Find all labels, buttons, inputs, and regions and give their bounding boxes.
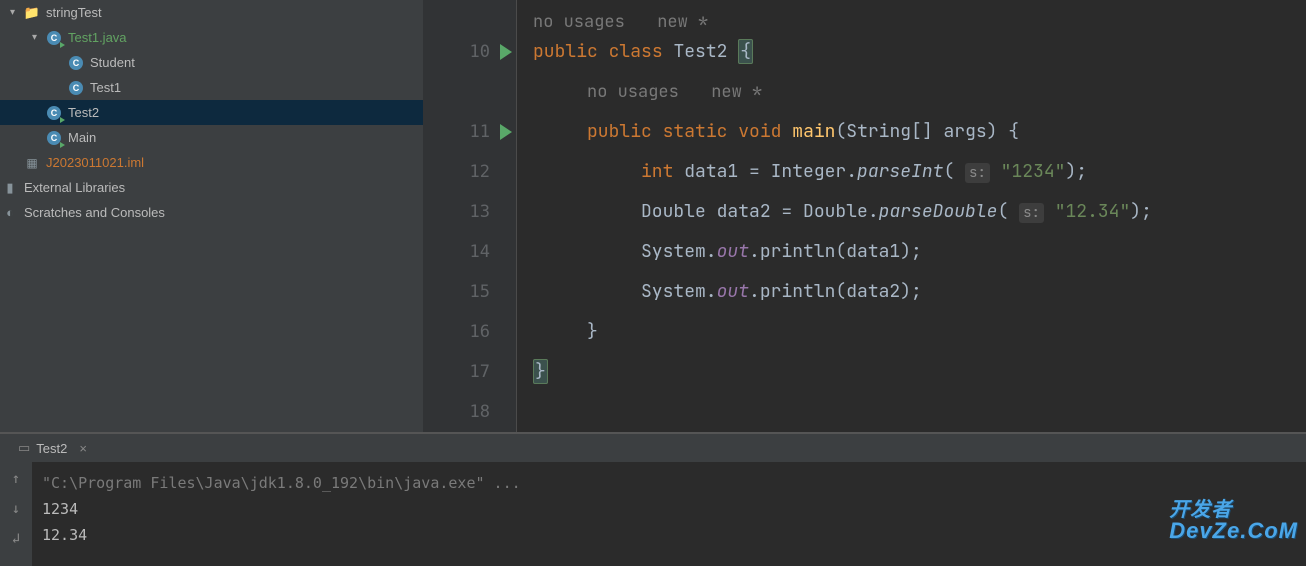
tree-scratches[interactable]: ◐ Scratches and Consoles: [0, 200, 423, 225]
code-line[interactable]: int data1 = Integer.parseInt( s: "1234")…: [533, 152, 1306, 192]
run-tab-test2[interactable]: ▭ Test2 ×: [18, 440, 87, 456]
gutter-line[interactable]: 14: [423, 232, 516, 272]
tree-external-libraries[interactable]: ▮ External Libraries: [0, 175, 423, 200]
run-gutter-icon[interactable]: [500, 44, 512, 60]
tree-class-test2[interactable]: C Test2: [0, 100, 423, 125]
iml-file-icon: ▦: [24, 155, 40, 171]
gutter-line[interactable]: 13: [423, 192, 516, 232]
console-output[interactable]: "C:\Program Files\Java\jdk1.8.0_192\bin\…: [32, 462, 1306, 566]
java-class-icon: C: [68, 80, 84, 96]
code-line[interactable]: }: [533, 312, 1306, 352]
tree-label: Test2: [68, 105, 99, 120]
chevron-down-icon: ▾: [10, 7, 24, 18]
library-icon: ▮: [2, 180, 18, 196]
tree-label: Test1.java: [68, 30, 127, 45]
run-tab-label: Test2: [36, 441, 67, 456]
gutter-line[interactable]: 12: [423, 152, 516, 192]
code-line[interactable]: }: [533, 352, 1306, 392]
code-area[interactable]: no usages new * public class Test2 { no …: [517, 0, 1306, 432]
tree-label: J2023011021.iml: [46, 155, 144, 170]
tree-file-iml[interactable]: ▦ J2023011021.iml: [0, 150, 423, 175]
run-gutter-icon[interactable]: [500, 124, 512, 140]
tree-class-test1[interactable]: C Test1: [0, 75, 423, 100]
code-line[interactable]: public static void main(String[] args) {: [533, 112, 1306, 152]
code-editor[interactable]: 10 11 12 13 14 15 16 17 18 no usages new…: [423, 0, 1306, 432]
code-line[interactable]: public class Test2 {: [533, 32, 1306, 72]
tree-folder-stringtest[interactable]: ▾ 📁 stringTest: [0, 0, 423, 25]
gutter-line: [423, 2, 516, 32]
soft-wrap-icon[interactable]: ↲: [5, 528, 27, 550]
console-line: 1234: [42, 496, 1296, 522]
tab-icon: ▭: [18, 440, 30, 456]
gutter-line[interactable]: 11: [423, 112, 516, 152]
project-tree[interactable]: ▾ 📁 stringTest ▾ C Test1.java C Student …: [0, 0, 423, 432]
gutter-line[interactable]: 16: [423, 312, 516, 352]
tree-file-test1-java[interactable]: ▾ C Test1.java: [0, 25, 423, 50]
code-hint-line: no usages new *: [533, 72, 1306, 112]
editor-gutter[interactable]: 10 11 12 13 14 15 16 17 18: [423, 0, 517, 432]
folder-icon: 📁: [24, 5, 40, 21]
java-class-icon: C: [46, 105, 62, 121]
gutter-line[interactable]: 17: [423, 352, 516, 392]
run-tab-bar[interactable]: ▭ Test2 ×: [0, 434, 1306, 462]
tree-class-student[interactable]: C Student: [0, 50, 423, 75]
close-icon[interactable]: ×: [79, 441, 87, 456]
tree-label: stringTest: [46, 5, 102, 20]
tree-label: Student: [90, 55, 135, 70]
java-class-icon: C: [68, 55, 84, 71]
tree-label: Test1: [90, 80, 121, 95]
tree-label: Main: [68, 130, 96, 145]
tree-label: External Libraries: [24, 180, 125, 195]
code-line[interactable]: System.out.println(data1);: [533, 232, 1306, 272]
scroll-up-icon[interactable]: ↑: [5, 468, 27, 490]
code-hint-line: no usages new *: [533, 2, 1306, 32]
console-command: "C:\Program Files\Java\jdk1.8.0_192\bin\…: [42, 470, 1296, 496]
gutter-line[interactable]: 15: [423, 272, 516, 312]
code-line[interactable]: Double data2 = Double.parseDouble( s: "1…: [533, 192, 1306, 232]
run-tool-window[interactable]: ▭ Test2 × ↑ ↓ ↲ "C:\Program Files\Java\j…: [0, 432, 1306, 566]
code-line[interactable]: System.out.println(data2);: [533, 272, 1306, 312]
tree-label: Scratches and Consoles: [24, 205, 165, 220]
tree-class-main[interactable]: C Main: [0, 125, 423, 150]
gutter-line[interactable]: 18: [423, 392, 516, 432]
scroll-down-icon[interactable]: ↓: [5, 498, 27, 520]
console-line: 12.34: [42, 522, 1296, 548]
chevron-down-icon: ▾: [32, 32, 46, 43]
java-class-icon: C: [46, 130, 62, 146]
gutter-line[interactable]: 10: [423, 32, 516, 72]
java-class-icon: C: [46, 30, 62, 46]
gutter-line: [423, 72, 516, 112]
scratch-icon: ◐: [2, 205, 18, 221]
console-toolbar[interactable]: ↑ ↓ ↲: [0, 462, 32, 566]
